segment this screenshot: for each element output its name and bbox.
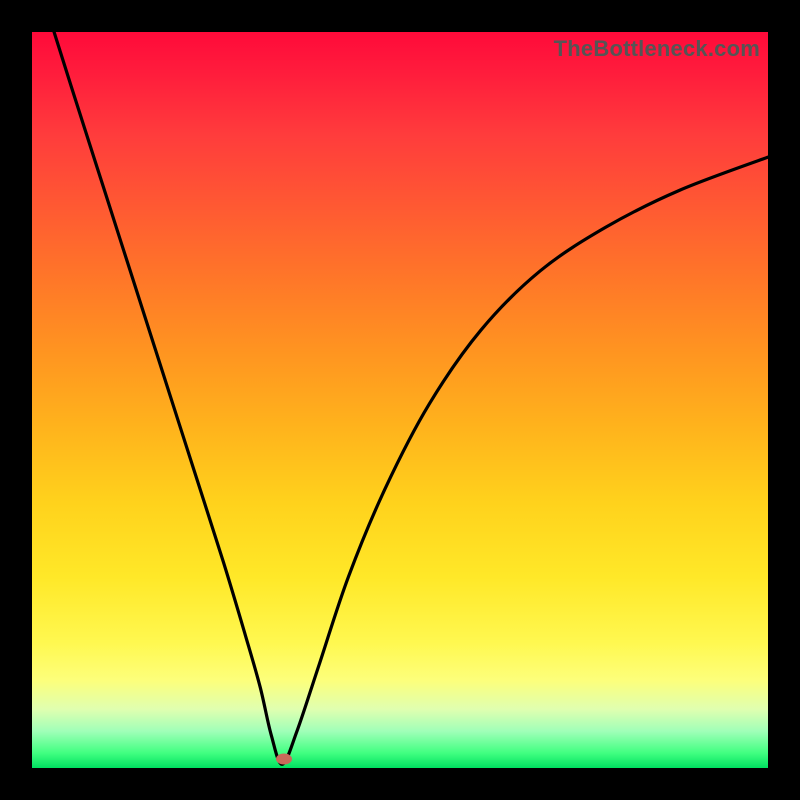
bottleneck-curve xyxy=(54,32,768,764)
plot-area: TheBottleneck.com xyxy=(32,32,768,768)
curve-svg xyxy=(32,32,768,768)
optimal-point-marker xyxy=(276,754,292,765)
chart-frame: TheBottleneck.com xyxy=(0,0,800,800)
